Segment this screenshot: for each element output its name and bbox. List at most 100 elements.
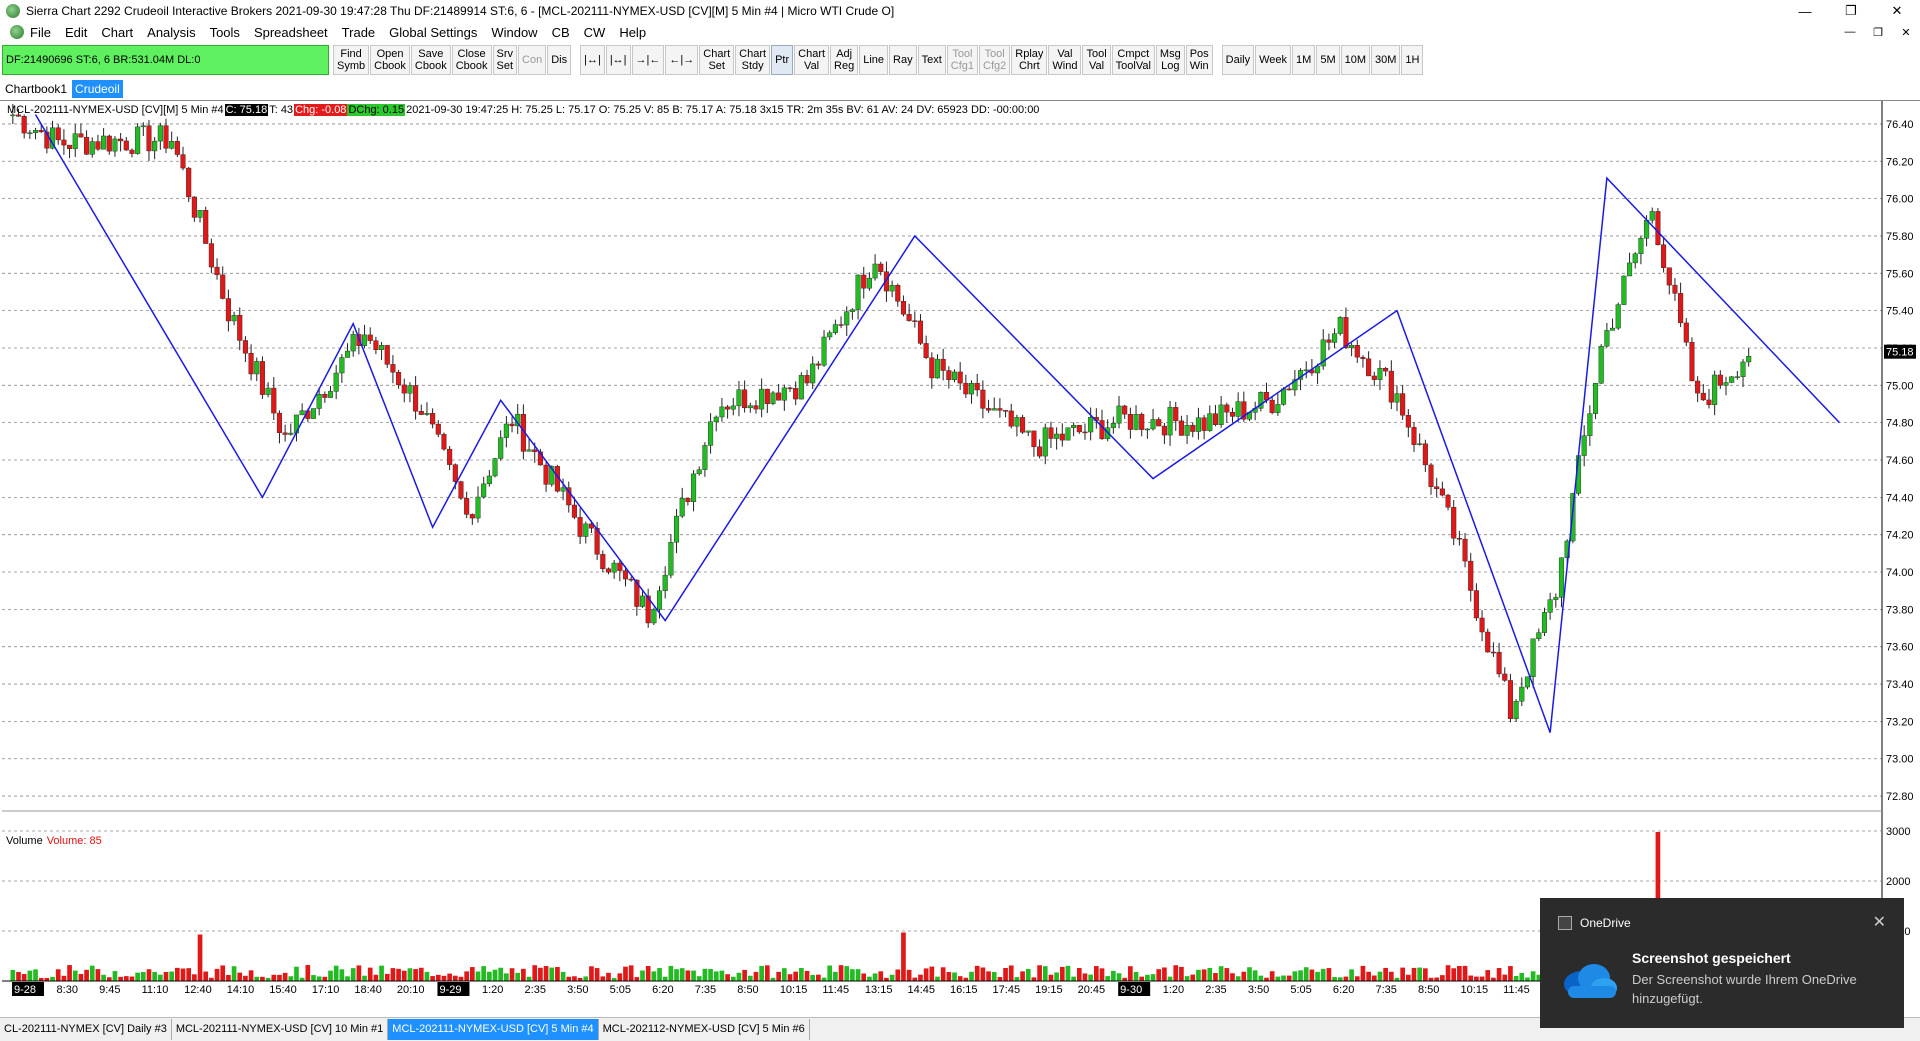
menu-tools[interactable]: Tools <box>210 25 240 40</box>
server-settings-button[interactable]: Srv Set <box>492 45 518 75</box>
close-chartbook-button[interactable]: Close Cbook <box>451 45 492 75</box>
zoom-in-icon[interactable]: →|← <box>631 45 665 75</box>
zoom-out-icon[interactable]: ←|→ <box>665 45 699 75</box>
pointer-tool-button[interactable]: Ptr <box>771 45 794 75</box>
window-controls: — ❐ ✕ <box>1782 0 1920 22</box>
mdi-minimize-button[interactable]: — <box>1836 22 1864 42</box>
zoom-fit-icon[interactable]: |↔| <box>580 45 605 75</box>
candle-body <box>1462 538 1468 562</box>
chart-tab-2[interactable]: MCL-202111-NYMEX-USD [CV] 10 Min #1 <box>172 1019 389 1040</box>
change-value: Chg: -0.08 <box>294 104 348 116</box>
menu-cb[interactable]: CB <box>552 25 570 40</box>
candle-body <box>974 382 980 391</box>
menu-bar: File Edit Chart Analysis Tools Spreadshe… <box>0 22 1920 42</box>
timeframe-1m-button[interactable]: 1M <box>1292 45 1316 75</box>
volume-bar <box>861 973 867 981</box>
tool-values-button[interactable]: Tool Val <box>1082 45 1111 75</box>
tab-chartbook1[interactable]: Chartbook1 <box>2 80 70 98</box>
volume-bar <box>1360 965 1366 981</box>
candle-body <box>231 314 237 322</box>
chart-tab-4[interactable]: MCL-202112-NYMEX-USD [CV] 5 Min #6 <box>599 1019 810 1040</box>
volume-bar <box>55 969 61 981</box>
volume-bar <box>1366 971 1371 981</box>
chart-values-button[interactable]: Chart Val <box>794 45 830 75</box>
tool-config2-button[interactable]: Tool Cfg2 <box>979 45 1011 75</box>
text-tool-button[interactable]: Text <box>917 45 946 75</box>
find-symbol-button[interactable]: Find Symb <box>333 45 370 75</box>
volume-bar <box>838 965 844 981</box>
close-window-button[interactable]: ✕ <box>1874 0 1920 22</box>
volume-bar <box>1309 969 1315 981</box>
menu-cw[interactable]: CW <box>584 25 606 40</box>
menu-global-settings[interactable]: Global Settings <box>389 25 477 40</box>
tool-config1-button[interactable]: Tool Cfg1 <box>946 45 979 75</box>
menu-help[interactable]: Help <box>619 25 646 40</box>
close-icon[interactable]: ✕ <box>1873 912 1886 932</box>
zoom-expand-icon[interactable]: |↔| <box>605 45 631 75</box>
chart-settings-button[interactable]: Chart Set <box>699 45 735 75</box>
timeframe-5m-button[interactable]: 5M <box>1316 45 1340 75</box>
menu-edit[interactable]: Edit <box>65 25 87 40</box>
tab-crudeoil[interactable]: Crudeoil <box>72 80 123 98</box>
volume-bar <box>1349 969 1354 981</box>
volume-bar <box>271 974 277 981</box>
open-chartbook-button[interactable]: Open Cbook <box>370 45 410 75</box>
chart-region[interactable]: 76.4076.2076.0075.8075.6075.4075.2075.00… <box>0 100 1920 1017</box>
restore-button[interactable]: ❐ <box>1828 0 1874 22</box>
volume-bar <box>872 973 878 981</box>
candle-body <box>1139 413 1145 430</box>
line-tool-button[interactable]: Line <box>859 45 889 75</box>
compact-tool-values-button[interactable]: Cmpct ToolVal <box>1111 45 1155 75</box>
price-chart[interactable]: 76.4076.2076.0075.8075.6075.4075.2075.00… <box>0 101 1920 1017</box>
timeframe-week-button[interactable]: Week <box>1255 45 1292 75</box>
message-log-button[interactable]: Msg Log <box>1155 45 1185 75</box>
candle-body <box>889 285 895 292</box>
candle-body <box>322 394 328 398</box>
mdi-restore-button[interactable]: ❐ <box>1864 22 1892 42</box>
candle-body <box>656 590 663 610</box>
menu-trade[interactable]: Trade <box>342 25 375 40</box>
menu-file[interactable]: File <box>30 25 51 40</box>
chart-window-icon[interactable] <box>10 25 24 39</box>
volume-bar <box>986 971 991 981</box>
positions-window-button[interactable]: Pos Win <box>1185 45 1213 75</box>
candle-body <box>934 358 941 379</box>
volume-bar <box>1076 967 1082 981</box>
connect-button[interactable]: Con <box>518 45 547 75</box>
volume-bar <box>560 971 566 981</box>
timeframe-1h-button[interactable]: 1H <box>1401 45 1424 75</box>
menu-chart[interactable]: Chart <box>101 25 133 40</box>
volume-bar <box>1145 974 1150 981</box>
timeframe-10m-button[interactable]: 10M <box>1340 45 1371 75</box>
candle-body <box>1530 638 1536 677</box>
ray-tool-button[interactable]: Ray <box>889 45 917 75</box>
candle-body <box>1706 399 1712 405</box>
timeframe-daily-button[interactable]: Daily <box>1221 45 1255 75</box>
chart-tab-1[interactable]: CL-202111-NYMEX [CV] Daily #3 <box>0 1019 172 1040</box>
timeframe-30m-button[interactable]: 30M <box>1371 45 1401 75</box>
volume-bar <box>702 968 708 981</box>
volume-bar <box>889 974 895 981</box>
volume-bar <box>1116 973 1122 981</box>
mdi-close-button[interactable]: ✕ <box>1892 22 1920 42</box>
volume-bar <box>1093 966 1099 981</box>
save-chartbook-button[interactable]: Save Cbook <box>410 45 451 75</box>
volume-bar <box>452 975 458 981</box>
volume-bar <box>288 976 294 981</box>
candle-body <box>639 595 646 607</box>
candle-body <box>288 432 294 435</box>
volume-bar <box>1207 967 1213 981</box>
disconnect-button[interactable]: Dis <box>547 45 572 75</box>
menu-window[interactable]: Window <box>491 25 537 40</box>
onedrive-notification[interactable]: OneDrive ✕ Screenshot gespeichert Der Sc… <box>1540 898 1904 1028</box>
candle-body <box>747 405 753 409</box>
adjust-regression-button[interactable]: Adj Reg <box>830 45 859 75</box>
volume-bar <box>175 967 180 981</box>
chart-studies-button[interactable]: Chart Stdy <box>735 45 771 75</box>
replay-chart-button[interactable]: Rplay Chrt <box>1011 45 1048 75</box>
menu-analysis[interactable]: Analysis <box>147 25 195 40</box>
minimize-button[interactable]: — <box>1782 0 1828 22</box>
menu-spreadsheet[interactable]: Spreadsheet <box>254 25 328 40</box>
values-window-button[interactable]: Val Wind <box>1048 45 1082 75</box>
chart-tab-3[interactable]: MCL-202111-NYMEX-USD [CV] 5 Min #4 <box>388 1019 599 1040</box>
